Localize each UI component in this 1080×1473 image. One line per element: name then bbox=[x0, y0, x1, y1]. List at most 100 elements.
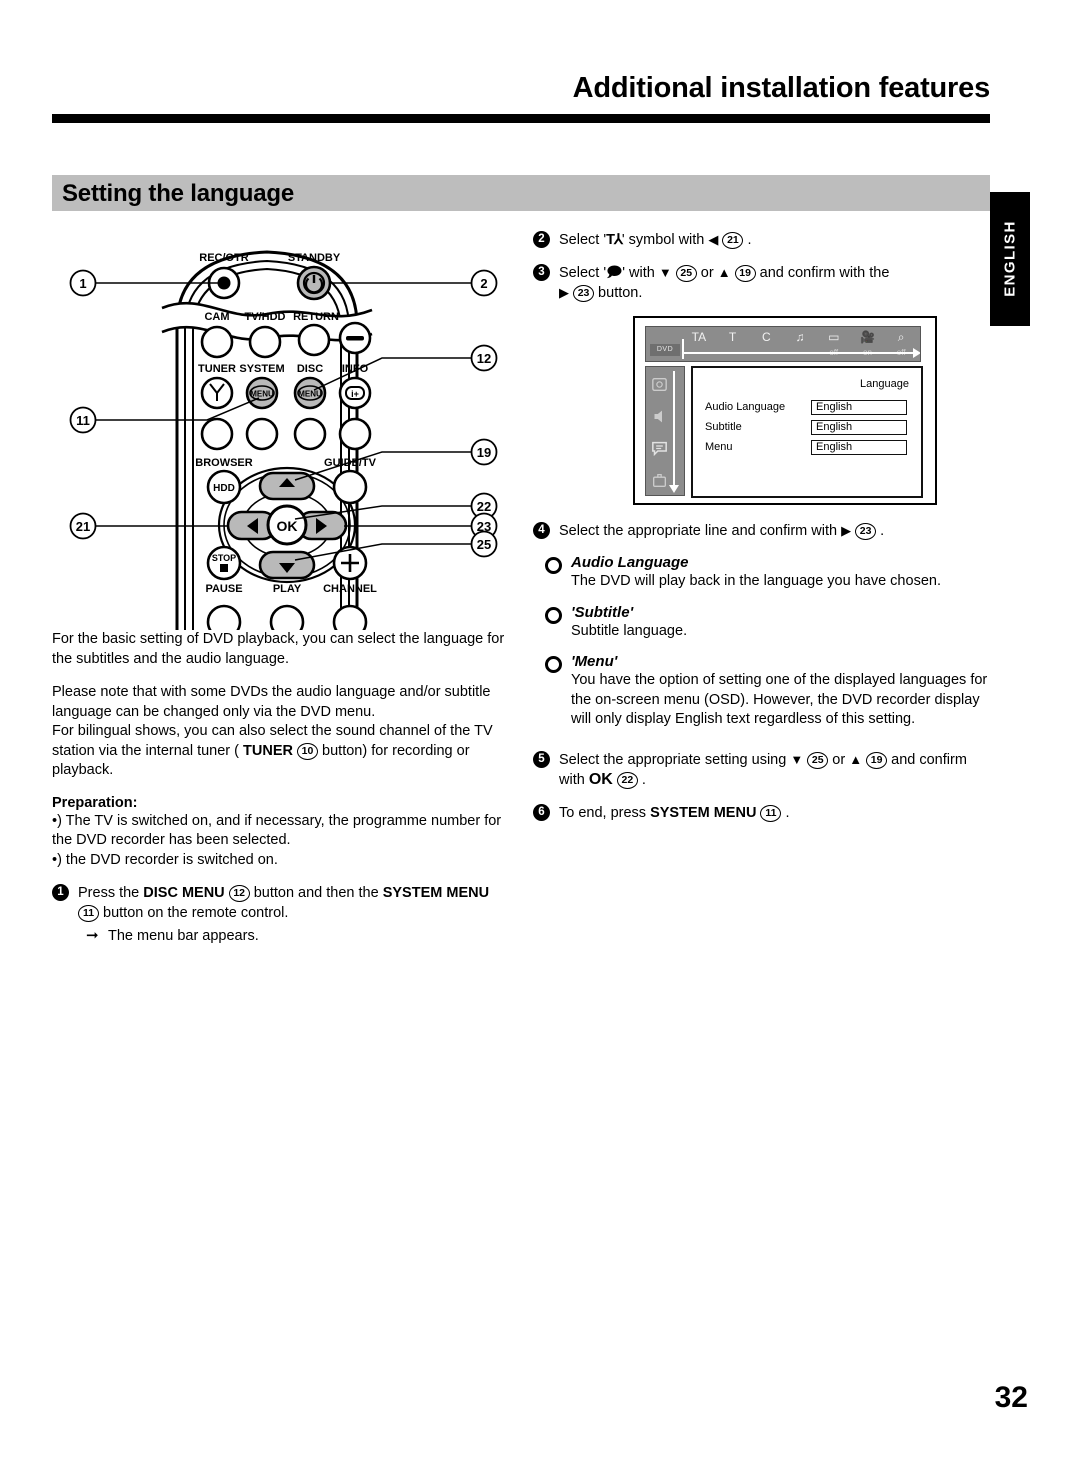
osd-sidebar-subtitle-icon[interactable] bbox=[651, 441, 668, 456]
osd-settings-panel: Language Audio Language English Subtitle… bbox=[691, 366, 923, 498]
option-menu-title: 'Menu' bbox=[571, 653, 618, 670]
svg-text:22: 22 bbox=[477, 499, 491, 514]
step-4-text-a: Select the appropriate line and confirm … bbox=[559, 523, 842, 539]
section-title: Setting the language bbox=[62, 180, 295, 207]
step-1-text-c: button on the remote control. bbox=[99, 905, 289, 921]
step-6: 6 To end, press SYSTEM MENU 11 . bbox=[533, 803, 988, 823]
intro-paragraph-1: For the basic setting of DVD playback, y… bbox=[52, 631, 505, 667]
step-6-text-a: To end, press bbox=[559, 804, 651, 821]
svg-text:12: 12 bbox=[477, 351, 491, 366]
osd-dvd-tag: DVD bbox=[650, 344, 680, 356]
step-6-text-b: . bbox=[785, 804, 790, 821]
step-4-text-b: . bbox=[880, 523, 885, 539]
subtitle-bubble-icon: 🗩 bbox=[606, 265, 623, 281]
step-1-text-b: button and then the bbox=[249, 885, 383, 901]
svg-text:2: 2 bbox=[480, 276, 487, 291]
svg-text:DISC: DISC bbox=[297, 363, 323, 375]
intro-paragraph-2: Please note that with some DVDs the audi… bbox=[52, 684, 491, 720]
svg-text:TV/HDD: TV/HDD bbox=[245, 311, 286, 323]
osd-cursor-vertical-bar bbox=[682, 339, 684, 359]
step-2: 2 Select 'T⅄' symbol with ◀ 21 . bbox=[533, 230, 988, 250]
option-subtitle-title: 'Subtitle' bbox=[571, 603, 634, 621]
ref-badge-19-step5: 19 bbox=[866, 751, 888, 769]
intro-paragraph-3: For bilingual shows, you can also select… bbox=[52, 722, 512, 781]
step-3-text-c: or bbox=[696, 265, 718, 281]
step-1-result-text: The menu bar appears. bbox=[108, 928, 259, 944]
svg-text:GUIDE/TV: GUIDE/TV bbox=[324, 457, 377, 469]
osd-screenshot: DVD TA T C ♫ ▭ 🎥 ⌕ off on of bbox=[633, 316, 937, 505]
tuner-keyword: TUNER bbox=[243, 742, 293, 759]
step-4: 4 Select the appropriate line and confir… bbox=[533, 521, 988, 541]
svg-text:19: 19 bbox=[477, 445, 491, 460]
osd-icon-screen[interactable]: ▭ bbox=[817, 329, 851, 345]
callout-1: 1 bbox=[69, 269, 97, 297]
ref-badge-19: 19 bbox=[734, 265, 756, 282]
step-5-text-a: Select the appropriate setting using bbox=[559, 751, 791, 768]
osd-row-label-subtitle: Subtitle bbox=[705, 421, 742, 433]
osd-row-label-audio: Audio Language bbox=[705, 401, 786, 413]
callout-25: 25 bbox=[470, 530, 498, 558]
osd-menu-bar: DVD TA T C ♫ ▭ 🎥 ⌕ off on of bbox=[645, 326, 921, 362]
callout-11: 11 bbox=[69, 406, 97, 434]
option-subtitle: 'Subtitle' Subtitle language. bbox=[533, 604, 988, 642]
callout-12: 12 bbox=[470, 344, 498, 372]
page-number: 32 bbox=[994, 1381, 1028, 1414]
step-3-text-e: button. bbox=[594, 285, 643, 301]
osd-menu-icons: TA T C ♫ ▭ 🎥 ⌕ bbox=[682, 329, 918, 345]
ref-badge-10: 10 bbox=[297, 742, 319, 760]
osd-row-value-menu[interactable]: English bbox=[811, 440, 907, 455]
step-3-text-d: and confirm with the bbox=[755, 265, 890, 281]
system-menu-keyword-2: SYSTEM MENU bbox=[650, 804, 757, 821]
svg-text:TUNER: TUNER bbox=[198, 363, 236, 375]
step-2-text-a: Select ' bbox=[559, 232, 607, 248]
osd-sidebar-picture-icon[interactable] bbox=[651, 377, 668, 392]
step-6-number: 6 bbox=[533, 803, 550, 821]
step-3-text-a: Select ' bbox=[559, 265, 607, 281]
svg-text:SYSTEM: SYSTEM bbox=[239, 363, 284, 375]
osd-icon-zoom[interactable]: ⌕ bbox=[884, 329, 918, 345]
osd-sidebar-speaker-icon[interactable] bbox=[651, 409, 668, 424]
svg-text:INFO: INFO bbox=[342, 363, 369, 375]
option-audio-language-title: Audio Language bbox=[571, 554, 689, 571]
step-3: 3 Select '🗩' with ▼ 25 or ▲ 19 and confi… bbox=[533, 263, 988, 303]
osd-row-label-menu: Menu bbox=[705, 441, 733, 453]
arrow-right-icon: ➞ bbox=[86, 927, 99, 944]
step-3-text-b: ' with bbox=[622, 265, 659, 281]
svg-text:OK: OK bbox=[277, 518, 298, 534]
manual-page: Additional installation features Setting… bbox=[0, 0, 1080, 1473]
svg-text:RETURN: RETURN bbox=[293, 311, 339, 323]
ref-badge-22: 22 bbox=[616, 771, 638, 789]
nav-left-icon: ◀ bbox=[708, 232, 719, 247]
option-subtitle-body: Subtitle language. bbox=[571, 622, 688, 639]
nav-right-icon-step4: ▶ bbox=[841, 523, 852, 538]
option-menu-body: You have the option of setting one of th… bbox=[571, 672, 988, 727]
osd-sidebar-features-icon[interactable] bbox=[651, 473, 668, 488]
osd-icon-chapter[interactable]: C bbox=[749, 329, 783, 345]
osd-row-value-subtitle[interactable]: English bbox=[811, 420, 907, 435]
svg-text:CHANNEL: CHANNEL bbox=[323, 583, 377, 595]
option-audio-language: Audio Language The DVD will play back in… bbox=[533, 554, 988, 592]
svg-text:CAM: CAM bbox=[204, 311, 229, 323]
svg-text:21: 21 bbox=[76, 519, 90, 534]
nav-right-icon: ▶ bbox=[559, 285, 569, 300]
osd-row-subtitle[interactable]: Subtitle English bbox=[705, 420, 911, 435]
osd-icon-audio[interactable]: ♫ bbox=[783, 329, 817, 345]
step-1-text-a: Press the bbox=[78, 885, 144, 901]
osd-icon-camera[interactable]: 🎥 bbox=[851, 329, 885, 345]
osd-row-menu[interactable]: Menu English bbox=[705, 440, 911, 455]
osd-row-audio-language[interactable]: Audio Language English bbox=[705, 400, 911, 415]
header-divider bbox=[52, 114, 990, 123]
step-4-number: 4 bbox=[533, 522, 550, 539]
ref-badge-23: 23 bbox=[855, 523, 877, 540]
ref-badge-12: 12 bbox=[228, 885, 250, 902]
ref-badge-23-step3: 23 bbox=[573, 285, 595, 302]
option-audio-language-body: The DVD will play back in the language y… bbox=[571, 573, 941, 589]
osd-sidebar-scroll-rail[interactable] bbox=[669, 371, 679, 493]
osd-icon-title[interactable]: T bbox=[716, 329, 750, 345]
step-1-result: ➞ The menu bar appears. bbox=[78, 926, 512, 946]
language-side-tab: ENGLISH bbox=[990, 192, 1030, 326]
osd-row-value-audio[interactable]: English bbox=[811, 400, 907, 415]
nav-up-icon-step5: ▲ bbox=[849, 751, 863, 767]
osd-icon-ta[interactable]: TA bbox=[682, 329, 716, 345]
left-column: REC/OTR STANDBY CAM TV/HDD RETURN TUNER … bbox=[52, 230, 512, 959]
